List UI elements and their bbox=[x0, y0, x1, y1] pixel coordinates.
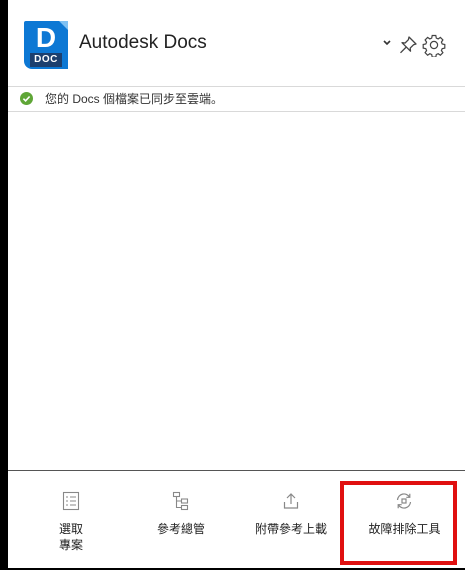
reference-explorer-label: 參考總管 bbox=[156, 522, 205, 536]
troubleshooting-tool-label: 故障排除工具 bbox=[368, 522, 441, 536]
app-title: Autodesk Docs bbox=[79, 32, 207, 53]
gear-icon[interactable] bbox=[422, 33, 446, 57]
select-project-button[interactable]: 選取 專案 bbox=[16, 471, 126, 570]
autodesk-docs-logo: D DOC bbox=[24, 21, 68, 69]
list-icon bbox=[62, 491, 80, 511]
sync-status-message: 您的 Docs 個檔案已同步至雲端。 bbox=[45, 92, 224, 106]
bottom-toolbar: 選取 專案 參考總管 附帶參考上載 故障排除工具 bbox=[8, 470, 465, 570]
pin-icon[interactable] bbox=[397, 34, 419, 56]
chevron-down-icon[interactable] bbox=[381, 38, 393, 48]
upload-with-references-button[interactable]: 附帶參考上載 bbox=[236, 471, 346, 570]
upload-with-references-label: 附帶參考上載 bbox=[254, 522, 327, 536]
sync-icon bbox=[396, 493, 412, 509]
logo-badge: DOC bbox=[30, 53, 62, 67]
troubleshooting-tool-button[interactable]: 故障排除工具 bbox=[346, 471, 463, 570]
autodesk-docs-panel: D DOC Autodesk Docs 您的 Docs 個檔案已同步至雲端。 選… bbox=[8, 0, 465, 570]
select-project-label: 選取 專案 bbox=[58, 522, 83, 552]
panel-header: D DOC Autodesk Docs bbox=[8, 0, 465, 86]
sync-status-bar: 您的 Docs 個檔案已同步至雲端。 bbox=[8, 86, 465, 112]
reference-explorer-button[interactable]: 參考總管 bbox=[126, 471, 236, 570]
upload-icon bbox=[283, 493, 299, 509]
content-area bbox=[8, 112, 465, 470]
check-circle-icon bbox=[20, 92, 33, 105]
hierarchy-icon bbox=[172, 491, 189, 511]
logo-letter: D bbox=[35, 22, 57, 53]
